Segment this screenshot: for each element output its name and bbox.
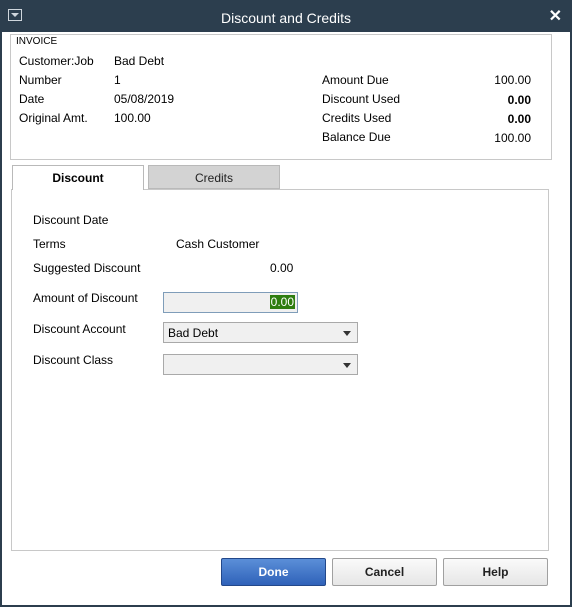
discount-date-label: Discount Date — [33, 213, 109, 227]
tab-discount-label: Discount — [52, 171, 104, 185]
cancel-button[interactable]: Cancel — [332, 558, 437, 586]
original-amount-value: 100.00 — [114, 111, 151, 125]
invoice-summary: INVOICE Customer:Job Bad Debt Number 1 D… — [10, 34, 552, 160]
done-button-label: Done — [258, 565, 289, 579]
tab-credits-label: Credits — [194, 171, 233, 185]
window-title: Discount and Credits — [221, 10, 351, 26]
help-button[interactable]: Help — [443, 558, 548, 586]
discount-credits-window: Discount and Credits ✕ INVOICE Customer:… — [0, 0, 572, 607]
balance-due-label: Balance Due — [322, 130, 391, 144]
amount-due-value: 100.00 — [494, 73, 531, 87]
balance-due-value: 100.00 — [494, 131, 531, 145]
amount-of-discount-value: 0.00 — [269, 295, 295, 309]
done-button[interactable]: Done — [221, 558, 326, 586]
tab-discount[interactable]: Discount — [12, 165, 144, 190]
discount-used-label: Discount Used — [322, 92, 401, 106]
credits-used-value: 0.00 — [507, 112, 531, 126]
discount-used-value: 0.00 — [507, 93, 531, 107]
help-button-label: Help — [482, 565, 509, 579]
amount-of-discount-input[interactable]: 0.00 — [163, 292, 298, 313]
number-value: 1 — [114, 73, 121, 87]
number-label: Number — [19, 73, 62, 87]
discount-account-select[interactable]: Bad Debt — [163, 322, 358, 343]
invoice-heading: INVOICE — [16, 36, 58, 47]
discount-account-value: Bad Debt — [168, 326, 219, 340]
date-value: 05/08/2019 — [114, 92, 175, 106]
suggested-discount-value: 0.00 — [270, 261, 294, 275]
discount-class-select[interactable] — [163, 354, 358, 375]
original-amount-label: Original Amt. — [19, 111, 88, 125]
terms-label: Terms — [33, 237, 66, 251]
amount-of-discount-label: Amount of Discount — [33, 291, 138, 305]
discount-class-label: Discount Class — [33, 353, 114, 367]
customer-label: Customer:Job — [19, 54, 94, 68]
close-icon[interactable]: ✕ — [549, 7, 562, 27]
discount-account-label: Discount Account — [33, 322, 126, 336]
chevron-down-icon — [343, 331, 351, 336]
amount-due-label: Amount Due — [322, 73, 389, 87]
customer-value: Bad Debt — [114, 54, 165, 68]
suggested-discount-label: Suggested Discount — [33, 261, 141, 275]
terms-value: Cash Customer — [176, 237, 260, 251]
chevron-down-icon — [343, 363, 351, 368]
tab-credits[interactable]: Credits — [148, 165, 280, 189]
title-bar[interactable]: Discount and Credits ✕ — [2, 2, 570, 32]
date-label: Date — [19, 92, 45, 106]
credits-used-label: Credits Used — [322, 111, 392, 125]
cancel-button-label: Cancel — [364, 565, 405, 579]
